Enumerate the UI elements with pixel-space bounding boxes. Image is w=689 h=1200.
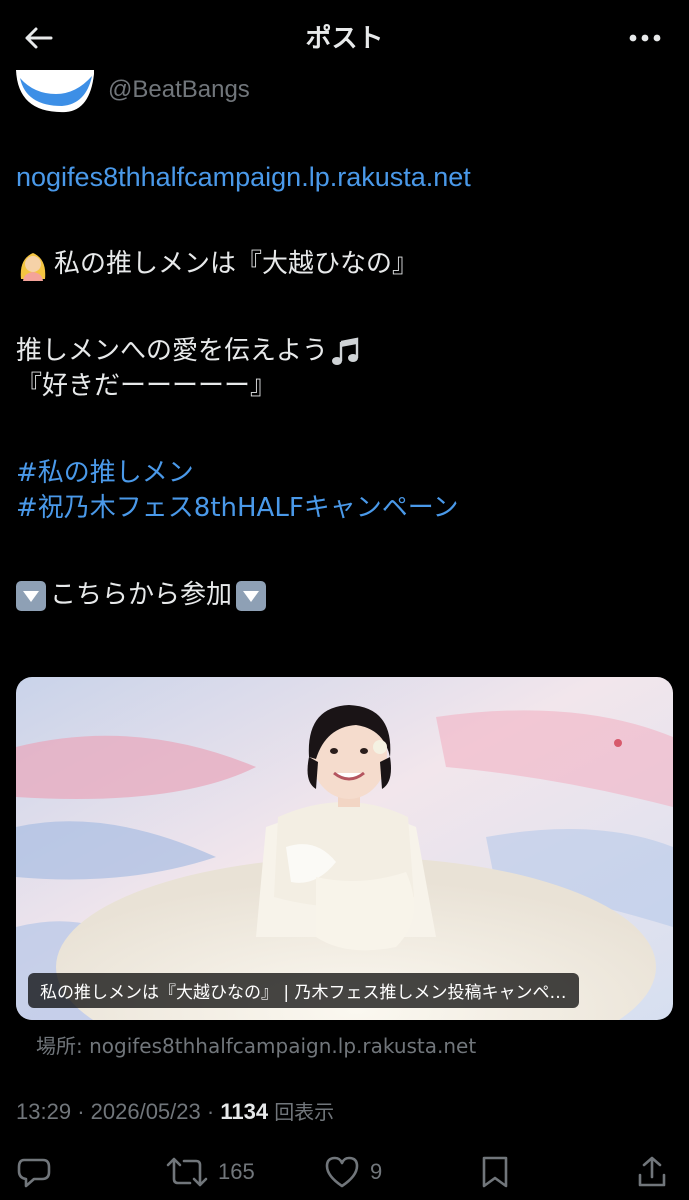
music-note-icon: [332, 337, 359, 365]
post-time: 13:29: [16, 1099, 72, 1124]
down-arrow-button-icon: [16, 580, 46, 611]
person-emoji-icon: [20, 252, 46, 281]
avatar[interactable]: [16, 40, 94, 114]
oshi-line: 私の推しメンは『大越ひなの』: [54, 249, 419, 279]
card-title: 私の推しメンは『大越ひなの』 | 乃木フェス推しメン投稿キャンペ…: [28, 973, 579, 1008]
bookmark-button[interactable]: [480, 1150, 510, 1194]
post-date: 2026/05/23: [90, 1099, 201, 1124]
post-meta: 13:29 · 2026/05/23 · 1134 回表示: [16, 1096, 334, 1125]
views-count[interactable]: 1134: [220, 1099, 268, 1124]
hashtag-link[interactable]: #私の推しメン: [16, 456, 194, 491]
like-count: 9: [370, 1159, 383, 1184]
like-button[interactable]: 9: [324, 1150, 382, 1194]
share-icon: [638, 1156, 666, 1187]
repost-icon: [166, 1157, 208, 1187]
link-card[interactable]: 私の推しメンは『大越ひなの』 | 乃木フェス推しメン投稿キャンペ…: [16, 677, 673, 1020]
bookmark-icon: [482, 1156, 508, 1188]
share-button[interactable]: [636, 1150, 668, 1194]
post-text: nogifes8thhalfcampaign.lp.rakusta.net 私の…: [16, 160, 676, 613]
action-bar: 165 9: [0, 1150, 689, 1194]
views-label: 回表示: [274, 1100, 335, 1124]
down-arrow-button-icon: [236, 580, 267, 611]
meta-separator: ·: [77, 1099, 85, 1124]
repost-button[interactable]: 165: [166, 1150, 255, 1194]
repost-count: 165: [218, 1159, 255, 1184]
page-title: ポスト: [305, 24, 384, 54]
love-line: 推しメンへの愛を伝えよう: [16, 336, 329, 366]
card-source[interactable]: 場所: nogifes8thhalfcampaign.lp.rakusta.ne…: [36, 1030, 476, 1059]
avatar-logo-icon: [16, 70, 94, 113]
reply-icon: [17, 1158, 51, 1188]
more-icon: [629, 34, 661, 42]
more-options-button[interactable]: [623, 18, 667, 58]
top-bar: ポスト: [0, 0, 689, 74]
reply-button[interactable]: [16, 1150, 52, 1194]
hashtag-link[interactable]: #祝乃木フェス8thHALFキャンペーン: [16, 491, 458, 526]
meta-separator: ·: [206, 1099, 215, 1124]
heart-icon: [325, 1156, 359, 1188]
card-photo: [16, 677, 673, 1020]
post-link[interactable]: nogifes8thhalfcampaign.lp.rakusta.net: [16, 160, 471, 195]
join-line: こちらから参加: [50, 580, 233, 610]
author-handle[interactable]: @BeatBangs: [108, 76, 250, 104]
suki-line: 『好きだーーーーー』: [16, 371, 277, 401]
